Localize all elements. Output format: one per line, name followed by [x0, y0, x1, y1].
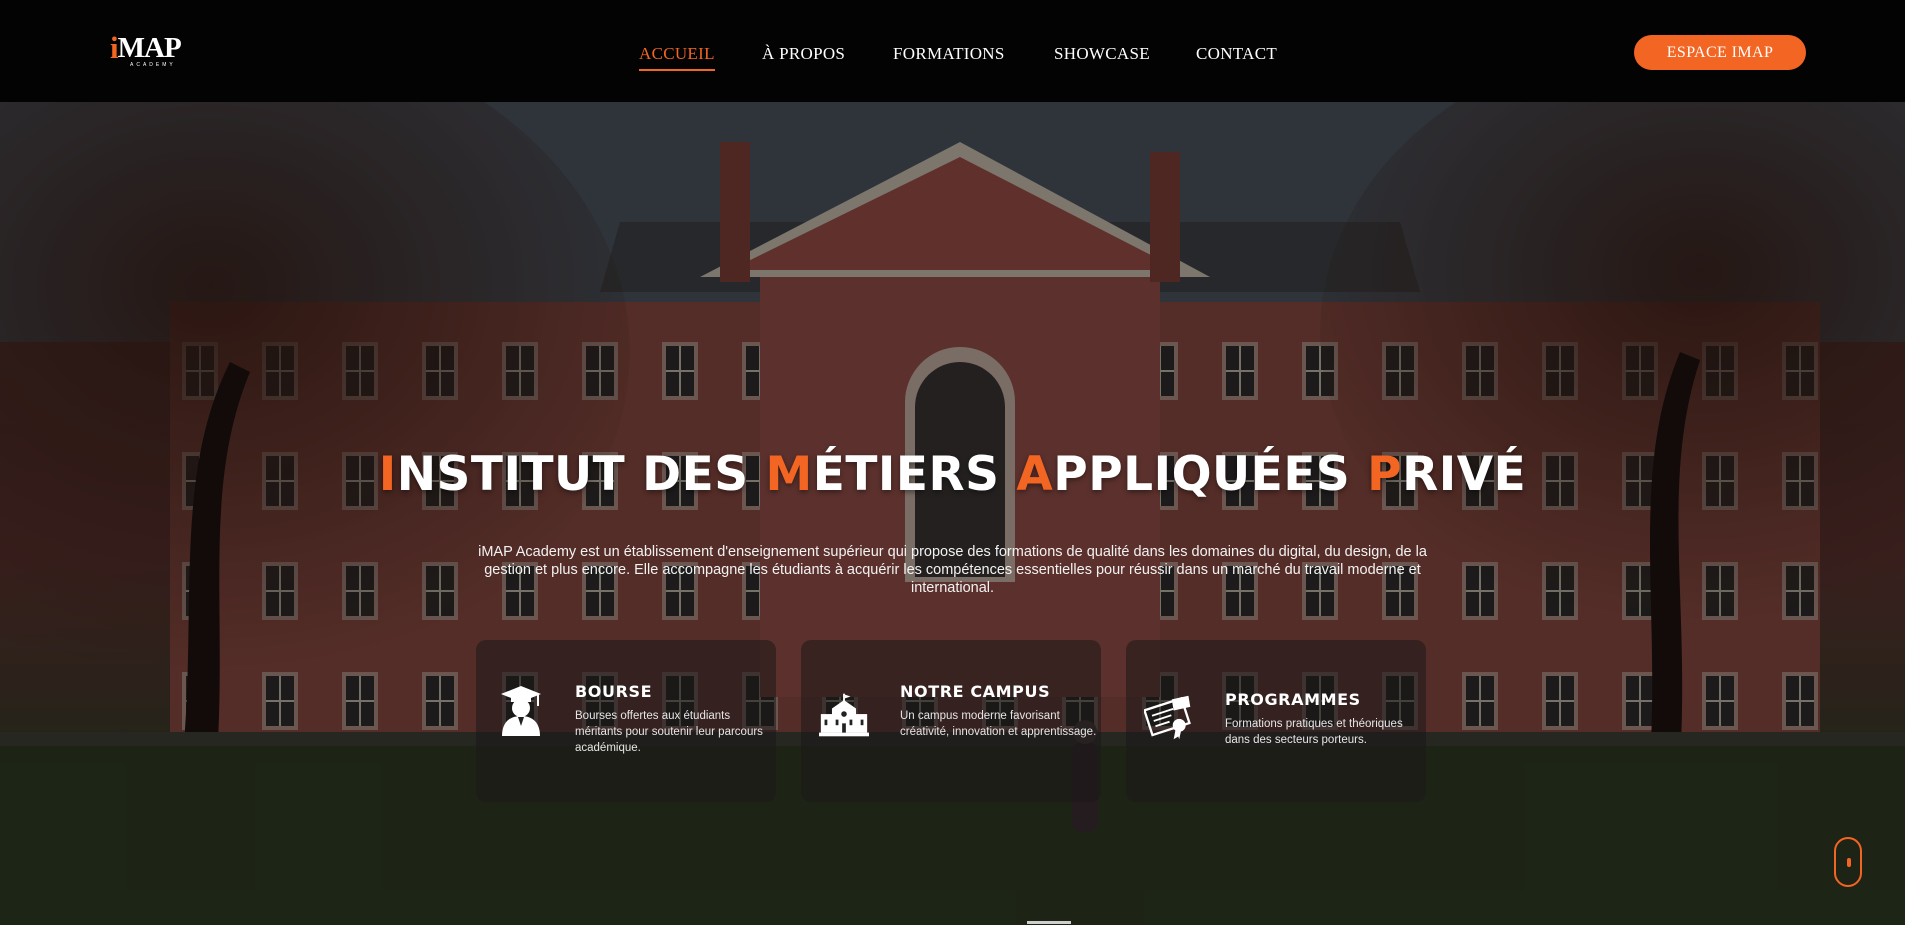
- espace-imap-button[interactable]: ESPACE IMAP: [1634, 35, 1806, 70]
- nav-item-showcase[interactable]: SHOWCASE: [1054, 44, 1150, 64]
- feature-card-notre-campus[interactable]: NOTRE CAMPUS Un campus moderne favorisan…: [801, 640, 1101, 802]
- nav-item-accueil[interactable]: ACCUEIL: [639, 44, 715, 71]
- nav-item-contact[interactable]: CONTACT: [1196, 44, 1277, 64]
- hero-title-initial: A: [1016, 447, 1054, 502]
- hero-description: iMAP Academy est un établissement d'ense…: [478, 544, 1427, 596]
- hero-title: INSTITUT DES MÉTIERS APPLIQUÉES PRIVÉ: [0, 447, 1905, 502]
- hero-title-word: RIVÉ: [1402, 447, 1527, 502]
- card-title: BOURSE: [575, 682, 653, 701]
- hero-title-initial: I: [378, 447, 397, 502]
- diploma-certificate-icon: [1144, 695, 1191, 740]
- hero-title-word: NSTITUT DES: [396, 447, 766, 502]
- site-header: i MAP ACADEMY ACCUEIL À PROPOS FORMATIONS…: [0, 0, 1905, 102]
- campus-building-icon: [819, 693, 869, 737]
- hero-title-initial: P: [1367, 447, 1403, 502]
- hero-title-initial: M: [765, 447, 813, 502]
- hero-title-word: ÉTIERS: [812, 447, 1017, 502]
- nav-item-a-propos[interactable]: À PROPOS: [762, 44, 845, 64]
- feature-card-programmes[interactable]: PROGRAMMES Formations pratiques et théor…: [1126, 640, 1426, 802]
- hero-title-word: PPLIQUÉES: [1053, 447, 1368, 502]
- slide-indicator-bar[interactable]: [1027, 921, 1071, 924]
- mouse-scroll-icon[interactable]: [1834, 837, 1862, 887]
- scroll-wheel-dot: [1847, 858, 1851, 867]
- feature-card-bourse[interactable]: BOURSE Bourses offertes aux étudiants mé…: [476, 640, 776, 802]
- card-title: NOTRE CAMPUS: [900, 682, 1051, 701]
- graduate-icon: [501, 686, 541, 736]
- card-title: PROGRAMMES: [1225, 690, 1361, 709]
- hero-section: INSTITUT DES MÉTIERS APPLIQUÉES PRIVÉ iM…: [0, 102, 1905, 925]
- nav-item-formations[interactable]: FORMATIONS: [893, 44, 1005, 64]
- card-description: Bourses offertes aux étudiants méritants…: [575, 710, 763, 754]
- main-nav: ACCUEIL À PROPOS FORMATIONS SHOWCASE CON…: [0, 44, 1905, 74]
- card-description: Formations pratiques et théoriques dans …: [1225, 718, 1403, 746]
- card-description: Un campus moderne favorisant créativité,…: [900, 710, 1097, 738]
